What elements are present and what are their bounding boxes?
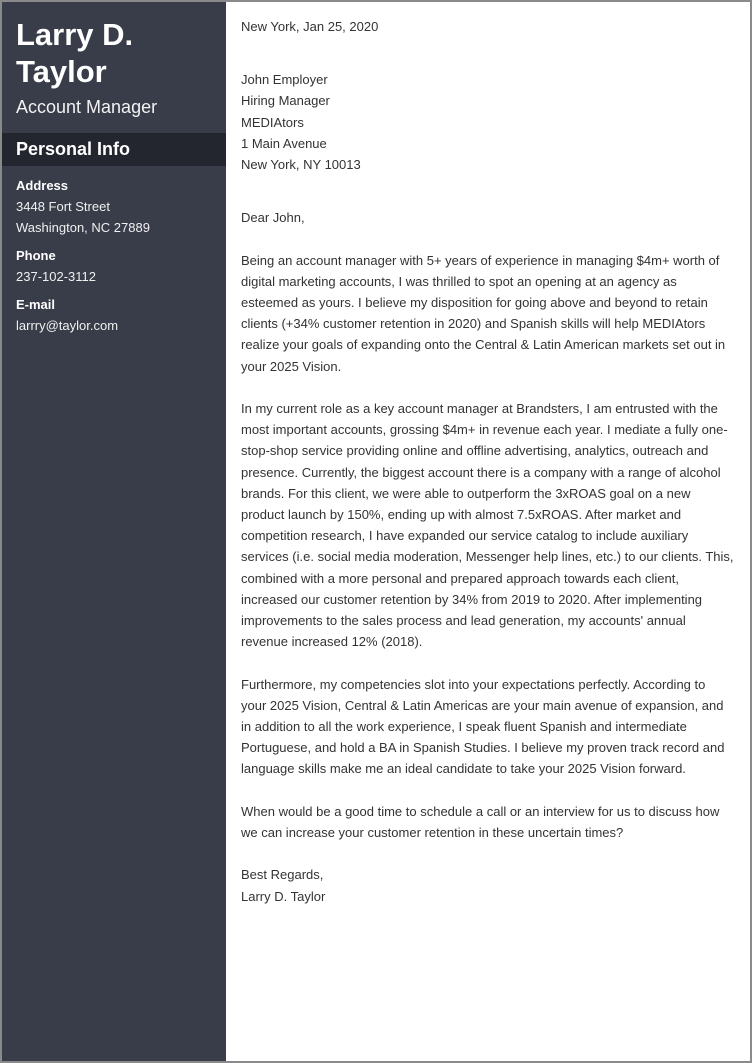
salutation: Dear John, — [241, 210, 305, 226]
address-group: Address 3448 Fort Street Washington, NC … — [16, 176, 212, 238]
candidate-name: Larry D. Taylor — [16, 16, 212, 90]
email-value: larrry@taylor.com — [16, 318, 119, 333]
closing: Best Regards, — [241, 867, 324, 883]
signature: Larry D. Taylor — [241, 888, 326, 904]
name-line-2: Taylor — [16, 54, 107, 89]
recipient-city: New York, NY 10013 — [241, 157, 361, 173]
sidebar: Larry D. Taylor Account Manager Personal… — [2, 2, 226, 1061]
paragraph: In my current role as a key account mana… — [241, 401, 734, 650]
email-group: E-mail larrry@taylor.com — [16, 295, 212, 336]
paragraph: Furthermore, my competencies slot into y… — [241, 676, 725, 777]
phone-group: Phone 237-102-3112 — [16, 246, 212, 287]
letter-date: New York, Jan 25, 2020 — [241, 19, 379, 34]
email-label: E-mail — [16, 297, 56, 312]
recipient-name: John Employer — [241, 72, 328, 88]
paragraph: When would be a good time to schedule a … — [241, 803, 720, 841]
name-line-1: Larry D. — [16, 17, 134, 52]
address-line-1: 3448 Fort Street — [16, 199, 110, 214]
address-line-2: Washington, NC 27889 — [16, 220, 150, 235]
recipient-company: MEDIAtors — [241, 114, 304, 130]
phone-label: Phone — [16, 248, 56, 263]
recipient-street: 1 Main Avenue — [241, 135, 327, 151]
personal-info-heading: Personal Info — [2, 133, 226, 166]
cover-letter-page: Larry D. Taylor Account Manager Personal… — [0, 0, 752, 1063]
personal-info: Address 3448 Fort Street Washington, NC … — [2, 166, 226, 336]
phone-value: 237-102-3112 — [16, 269, 96, 284]
paragraph: Being an account manager with 5+ years o… — [241, 252, 726, 374]
recipient-title: Hiring Manager — [241, 93, 330, 109]
letter-body: New York, Jan 25, 2020 John Employer Hir… — [226, 2, 750, 1061]
job-title: Account Manager — [16, 97, 158, 117]
address-label: Address — [16, 178, 69, 193]
